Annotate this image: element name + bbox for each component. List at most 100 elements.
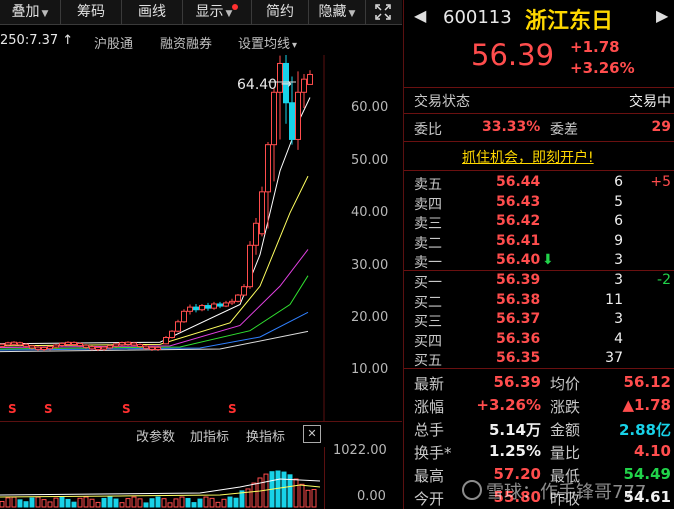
candle-body <box>143 345 149 349</box>
volume-bar <box>95 501 101 508</box>
add-indicator-button[interactable]: 加指标 <box>190 426 229 445</box>
candle-body <box>113 343 119 347</box>
candle-body <box>253 222 259 246</box>
ask-volume: 5 <box>614 193 623 210</box>
chart-toolbar: 叠加 ▼ 筹码 画线 显示 ▼ 简约 隐藏 ▼ <box>0 0 402 25</box>
stat-value: 2.88亿 <box>618 421 671 439</box>
candle-body <box>241 286 247 296</box>
stat-label: 换手* <box>414 444 452 462</box>
margin-trading-link[interactable]: 融资融券 <box>160 33 212 52</box>
signal-s-mark: S <box>228 402 237 416</box>
candle-body <box>53 344 59 348</box>
stat-row: 换手* 1.25% 量比 4.10 <box>404 442 674 462</box>
close-icon[interactable]: ✕ <box>303 425 321 443</box>
bid-price: 56.38 <box>496 291 541 308</box>
price-change: +1.78 <box>570 38 620 56</box>
ask-level-label: 卖四 <box>414 196 442 213</box>
price-change-pct: +3.26% <box>570 59 635 77</box>
bid-price: 56.37 <box>496 311 541 327</box>
signal-s-mark: S <box>122 402 131 416</box>
next-stock-icon[interactable]: ▶ <box>656 6 668 25</box>
overlay-button[interactable]: 叠加 ▼ <box>0 0 61 24</box>
volume-bar <box>107 496 113 508</box>
volume-axis-label: 0.00 <box>357 489 386 504</box>
hk-connect-link[interactable]: 沪股通 <box>94 33 133 52</box>
expand-icon[interactable] <box>366 0 400 24</box>
down-arrow-icon: ⬇ <box>542 252 554 268</box>
candle-body <box>199 305 205 311</box>
volume-bar <box>233 497 239 508</box>
moving-average-line <box>0 249 309 348</box>
volume-bar <box>89 498 95 508</box>
chevron-down-icon: ▼ <box>41 9 49 19</box>
ask-level-label: 卖二 <box>414 235 442 252</box>
candle-body <box>47 346 53 350</box>
switch-indicator-button[interactable]: 换指标 <box>246 426 285 445</box>
hide-button[interactable]: 隐藏 ▼ <box>309 0 366 24</box>
candle-body <box>137 343 143 348</box>
ask-price: 56.44 <box>496 174 541 190</box>
peak-price-label: 64.40 <box>237 77 277 93</box>
stat-label: 最新 <box>414 375 445 393</box>
candle-body <box>11 341 17 345</box>
candle-body <box>301 78 307 93</box>
volume-bar <box>227 496 233 508</box>
candlestick-chart[interactable]: 64.40 → S S S S <box>0 55 402 421</box>
stat-row: 总手 5.14万 金额 2.88亿 <box>404 419 674 439</box>
open-account-link[interactable]: 抓住机会，即刻开户! <box>462 147 594 167</box>
candle-body <box>149 346 155 350</box>
bid-level-label: 买四 <box>414 333 442 350</box>
stat-label: 总手 <box>414 421 445 439</box>
volume-bar <box>101 497 107 508</box>
volume-bar <box>119 502 125 508</box>
hide-label: 隐藏 <box>318 4 347 20</box>
volume-bar <box>221 498 227 508</box>
display-button[interactable]: 显示 ▼ <box>183 0 252 24</box>
stat-value: 4.10 <box>633 442 671 460</box>
volume-bar <box>143 502 149 508</box>
volume-bar <box>167 502 173 508</box>
prev-stock-icon[interactable]: ◀ <box>414 6 426 25</box>
trade-status-row: 交易状态 交易中 <box>404 91 674 110</box>
order-diff-label: 委差 <box>550 122 578 138</box>
notification-dot-icon <box>232 4 239 10</box>
price-axis-label: 20.00 <box>351 310 389 325</box>
stat-label: 今开 <box>414 490 445 508</box>
candle-body <box>89 346 95 350</box>
ask-price: 56.42 <box>496 213 541 229</box>
ask-level-label: 卖五 <box>414 177 442 193</box>
draw-line-button[interactable]: 画线 <box>122 0 183 24</box>
ask-change: +5 <box>650 174 671 190</box>
volume-bar <box>305 489 311 508</box>
bid-level-label: 买三 <box>414 314 442 330</box>
trade-status-value: 交易中 <box>629 94 671 110</box>
bid-row: 买二 56.38 11 <box>404 291 674 311</box>
volume-bar <box>209 497 215 508</box>
candle-body <box>35 346 41 350</box>
volume-bar <box>149 498 155 508</box>
stat-value: 5.14万 <box>488 421 541 439</box>
volume-bar <box>173 498 179 508</box>
ask-row: 卖二 56.41 9 <box>404 233 674 252</box>
ask-level-label: 卖三 <box>414 216 442 232</box>
candle-body <box>193 306 199 311</box>
chips-button[interactable]: 筹码 <box>61 0 122 24</box>
edit-params-button[interactable]: 改参数 <box>136 426 175 445</box>
volume-bar <box>59 496 65 508</box>
simple-mode-button[interactable]: 简约 <box>252 0 309 24</box>
volume-bar <box>215 501 221 508</box>
bid-change: -2 <box>657 272 671 288</box>
price-axis-label: 60.00 <box>351 100 389 115</box>
candle-body <box>295 91 301 140</box>
order-ratio-label: 委比 <box>414 122 442 138</box>
set-ma-link[interactable]: 设置均线 ▾ <box>238 33 297 52</box>
volume-bar <box>65 498 71 508</box>
candle-body <box>119 342 125 346</box>
trade-status-label: 交易状态 <box>414 94 470 110</box>
candle-body <box>271 91 277 146</box>
candle-body <box>205 305 211 309</box>
stat-label: 均价 <box>550 375 581 393</box>
stat-label: 涨幅 <box>414 398 445 416</box>
volume-bar <box>35 496 41 508</box>
last-price: 56.39 <box>471 38 555 72</box>
